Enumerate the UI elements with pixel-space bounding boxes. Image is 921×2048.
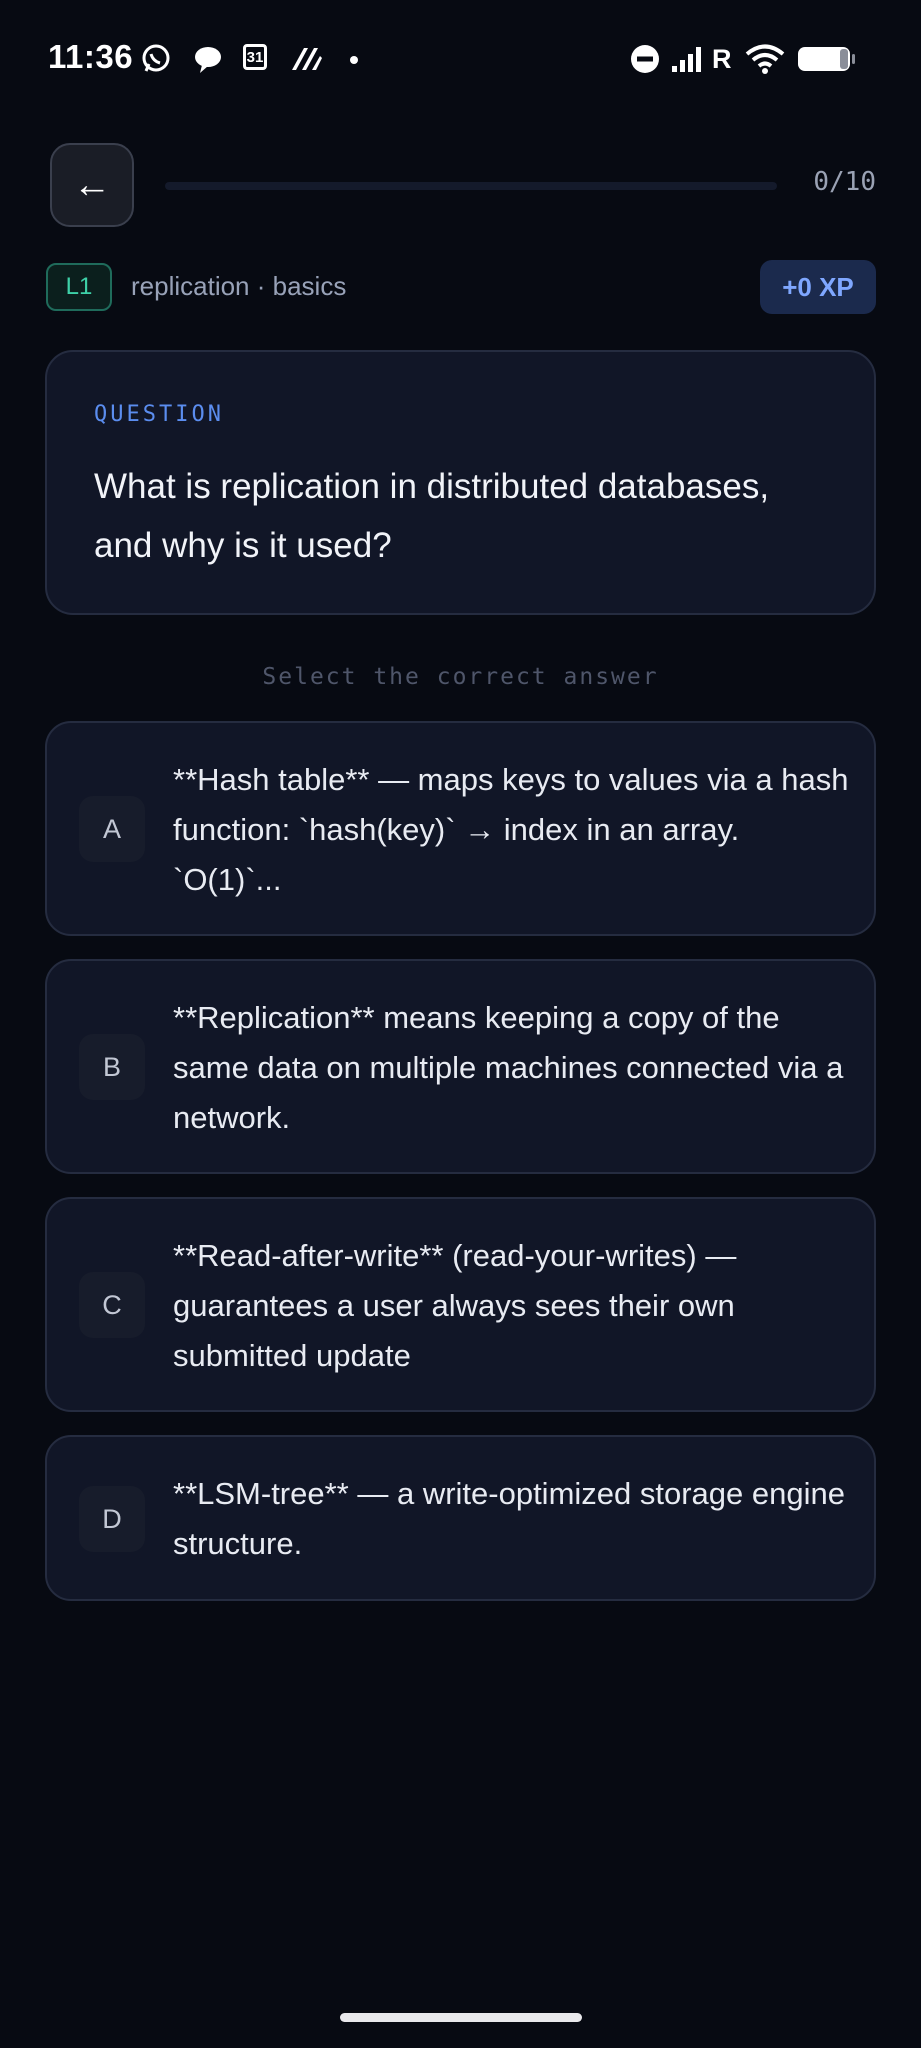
status-time: 11:36 [48,38,134,75]
battery-icon [797,42,857,76]
carrier-indicator: R [712,43,732,74]
app-icon [288,42,324,76]
dnd-icon [629,42,661,76]
instruction-text: Select the correct answer [262,664,659,690]
option-c[interactable]: C **Read-after-write** (read-your-writes… [45,1197,876,1412]
question-label: QUESTION [94,402,224,427]
progress-bar [165,182,777,190]
option-letter: C [79,1272,145,1338]
option-d[interactable]: D **LSM-tree** — a write-optimized stora… [45,1435,876,1601]
option-text: **Replication** means keeping a copy of … [173,1000,844,1135]
notification-dot-icon [350,56,358,64]
progress-count: 0/10 [813,167,876,197]
status-bar: 11:36 31 R [0,0,921,118]
wifi-icon [745,42,785,76]
option-b[interactable]: B **Replication** means keeping a copy o… [45,959,876,1174]
question-text: What is replication in distributed datab… [94,467,770,565]
option-letter: A [79,796,145,862]
question-card: QUESTION What is replication in distribu… [45,350,876,615]
back-arrow-icon: ← [73,163,111,206]
level-badge: L1 [46,263,112,311]
option-text: **Read-after-write** (read-your-writes) … [173,1238,737,1373]
signal-icon [672,42,710,76]
topic-label: replication · basics [131,271,347,301]
option-letter: B [79,1034,145,1100]
option-text: **LSM-tree** — a write-optimized storage… [173,1476,845,1561]
option-a[interactable]: A **Hash table** — maps keys to values v… [45,721,876,936]
back-button[interactable]: ← [50,143,134,227]
whatsapp-icon [140,42,172,76]
chat-bubble-icon [192,42,224,76]
home-indicator[interactable] [340,2013,582,2022]
option-letter: D [79,1486,145,1552]
calendar-icon: 31 [243,44,267,70]
xp-badge: +0 XP [760,260,876,314]
option-text: **Hash table** — maps keys to values via… [173,762,849,897]
